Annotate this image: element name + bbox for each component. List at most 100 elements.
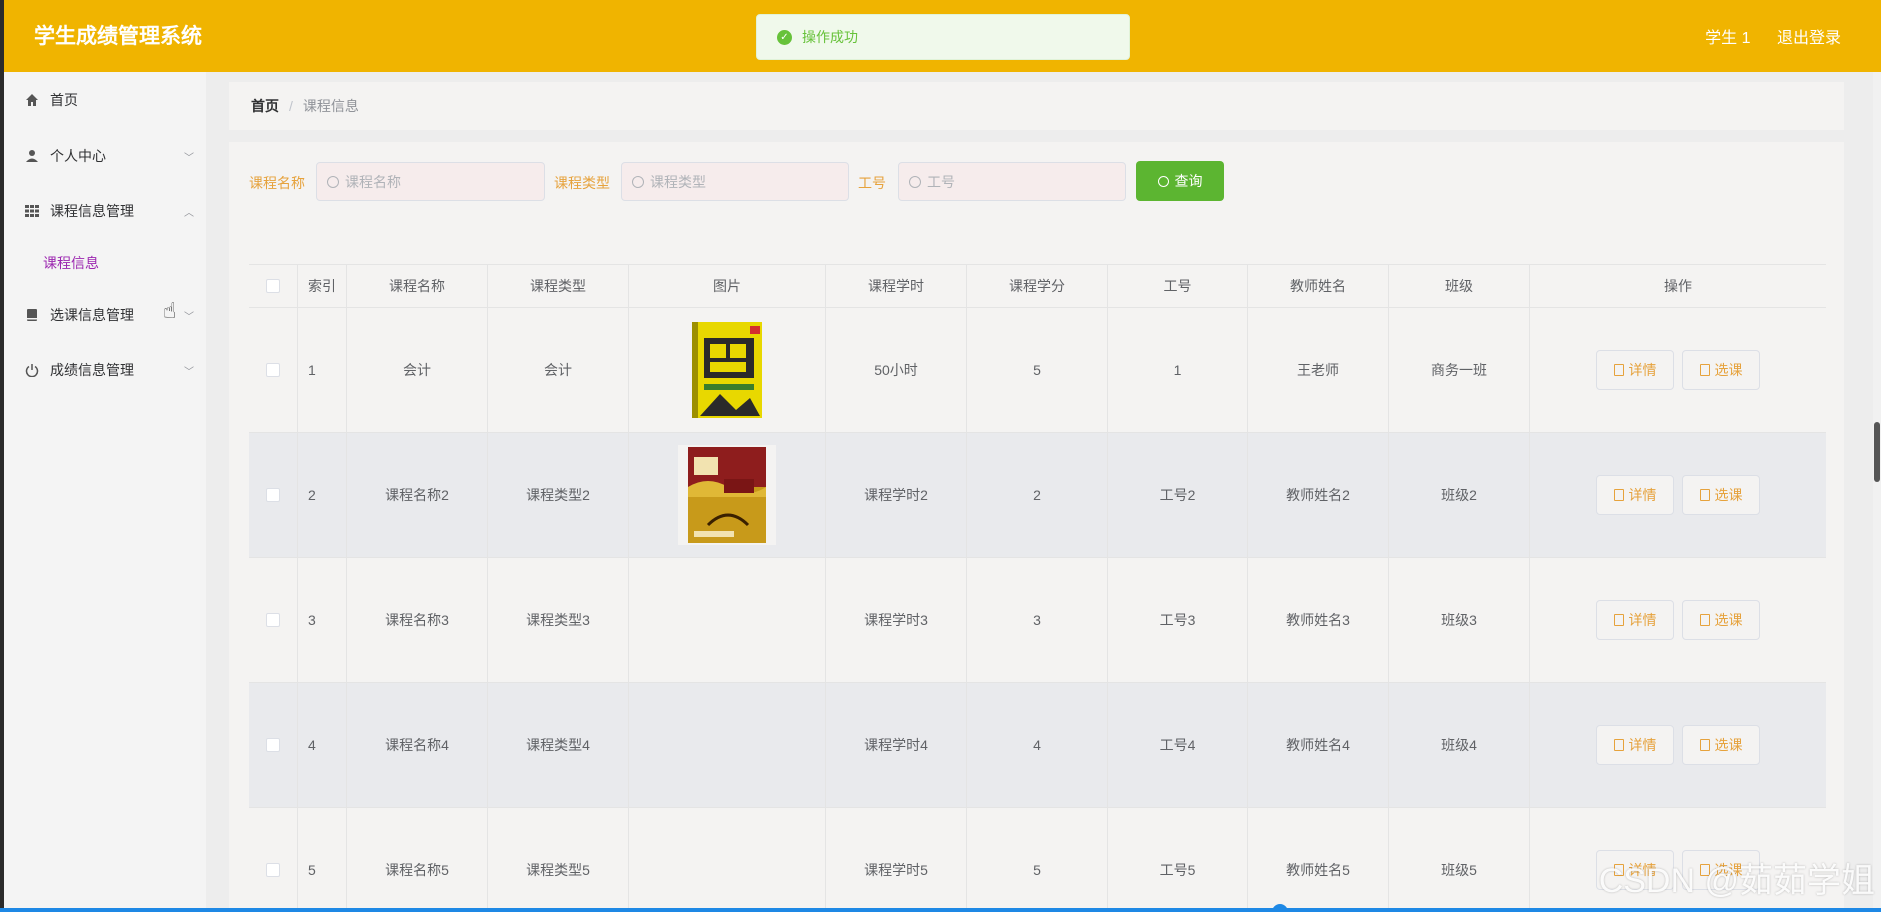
cell-actions: 详情 选课 [1530,433,1826,557]
course-name-input[interactable] [345,173,515,190]
detail-button[interactable]: 详情 [1596,600,1674,640]
book-cover-health [678,445,776,545]
app-title: 学生成绩管理系统 [34,25,202,48]
staff-no-input[interactable] [927,173,1097,190]
column-header: 索引 [298,265,347,307]
column-header: 课程学分 [967,265,1108,307]
search-icon [327,175,339,188]
query-button[interactable]: 查询 [1136,161,1224,201]
row-select-cell [249,558,298,682]
power-icon [24,362,40,378]
logout-link[interactable]: 退出登录 [1777,30,1841,47]
cell-hours: 50小时 [826,308,967,432]
cell-course-type: 会计 [488,308,629,432]
cell-class: 班级2 [1389,433,1530,557]
document-icon [1699,364,1710,376]
sidebar-item-label: 选课信息管理 [50,307,134,323]
chevron-down-icon: ﹀ [184,366,194,378]
row-checkbox[interactable] [266,738,280,752]
cell-credits: 2 [967,433,1108,557]
row-checkbox[interactable] [266,488,280,502]
breadcrumb-home[interactable]: 首页 [251,96,279,116]
table-header-row: 索引 课程名称 课程类型 图片 课程学时 课程学分 工号 教师姓名 班级 操作 [249,264,1826,308]
select-all-checkbox[interactable] [266,279,280,293]
cell-hours: 课程学时4 [826,683,967,807]
select-course-button-label: 选课 [1714,362,1743,378]
document-icon [1613,739,1624,751]
query-button-label: 查询 [1174,173,1203,189]
cell-image [629,558,826,682]
table-row: 4 课程名称4 课程类型4 课程学时4 4 工号4 教师姓名4 班级4 详情 选… [249,683,1826,808]
cell-image [629,808,826,912]
cell-index: 4 [298,683,347,807]
cell-teacher: 教师姓名4 [1248,683,1389,807]
cell-class: 班级5 [1389,808,1530,912]
detail-button[interactable]: 详情 [1596,350,1674,390]
row-checkbox[interactable] [266,613,280,627]
success-toast: ✓ 操作成功 [756,14,1130,60]
sidebar-item-personal-center[interactable]: 个人中心 ﹀ [24,144,194,168]
cell-actions: 详情 选课 [1530,308,1826,432]
home-icon [24,92,40,108]
select-course-button[interactable]: 选课 [1682,350,1760,390]
cell-course-name: 会计 [347,308,488,432]
cell-course-name: 课程名称5 [347,808,488,912]
column-header: 教师姓名 [1248,265,1389,307]
chevron-down-icon: ﹀ [184,311,194,323]
cell-credits: 5 [967,308,1108,432]
cell-course-type: 课程类型2 [488,433,629,557]
column-header: 课程类型 [488,265,629,307]
column-header: 工号 [1108,265,1248,307]
detail-button-label: 详情 [1628,487,1657,503]
user-name[interactable]: 学生 1 [1705,30,1750,47]
header-select-cell [249,265,298,307]
sidebar: 首页 个人中心 ﹀ 课程信息管理 ︿ 课程信息 选课信息管理 ﹀ 成绩信息管理 … [0,72,206,912]
toast-message: 操作成功 [802,29,858,45]
select-course-button[interactable]: 选课 [1682,600,1760,640]
column-header: 课程名称 [347,265,488,307]
cell-course-name: 课程名称4 [347,683,488,807]
select-course-button-label: 选课 [1714,487,1743,503]
chevron-down-icon: ﹀ [184,152,194,164]
sidebar-item-label: 首页 [50,92,78,108]
cell-class: 班级4 [1389,683,1530,807]
vertical-scrollbar[interactable] [1873,72,1881,912]
staff-no-label: 工号 [858,175,886,191]
breadcrumb-separator: / [289,98,293,114]
table-row: 5 课程名称5 课程类型5 课程学时5 5 工号5 教师姓名5 班级5 详情 选… [249,808,1826,912]
detail-button[interactable]: 详情 [1596,475,1674,515]
cell-index: 1 [298,308,347,432]
cell-teacher: 教师姓名5 [1248,808,1389,912]
search-icon [1157,175,1169,187]
sidebar-subitem-course-info[interactable]: 课程信息 [43,253,99,273]
cell-image [629,308,826,432]
check-circle-icon: ✓ [777,29,792,45]
cell-hours: 课程学时2 [826,433,967,557]
cell-course-name: 课程名称2 [347,433,488,557]
cell-staff-no: 工号5 [1108,808,1248,912]
cell-image [629,433,826,557]
horizontal-scroll-track [0,908,1881,912]
table-row: 2 课程名称2 课程类型2 课程学时2 2 工号2 教师姓名2 班级2 详情 选… [249,433,1826,558]
staff-no-input-wrapper [898,162,1126,201]
select-course-button-label: 选课 [1714,612,1743,628]
sidebar-item-home[interactable]: 首页 [24,88,194,112]
sidebar-item-grade-management[interactable]: 成绩信息管理 ﹀ [24,358,194,382]
select-course-button[interactable]: 选课 [1682,725,1760,765]
column-header: 班级 [1389,265,1530,307]
sidebar-item-course-management[interactable]: 课程信息管理 ︿ [24,199,194,223]
cell-credits: 4 [967,683,1108,807]
scrollbar-thumb[interactable] [1874,422,1880,482]
cell-credits: 5 [967,808,1108,912]
cell-teacher: 教师姓名2 [1248,433,1389,557]
cell-staff-no: 工号3 [1108,558,1248,682]
course-type-input[interactable] [650,173,820,190]
cell-hours: 课程学时3 [826,558,967,682]
course-name-input-wrapper [316,162,545,201]
detail-button[interactable]: 详情 [1596,725,1674,765]
book-icon [24,307,40,323]
row-checkbox[interactable] [266,363,280,377]
row-checkbox[interactable] [266,863,280,877]
cell-course-type: 课程类型4 [488,683,629,807]
select-course-button[interactable]: 选课 [1682,475,1760,515]
